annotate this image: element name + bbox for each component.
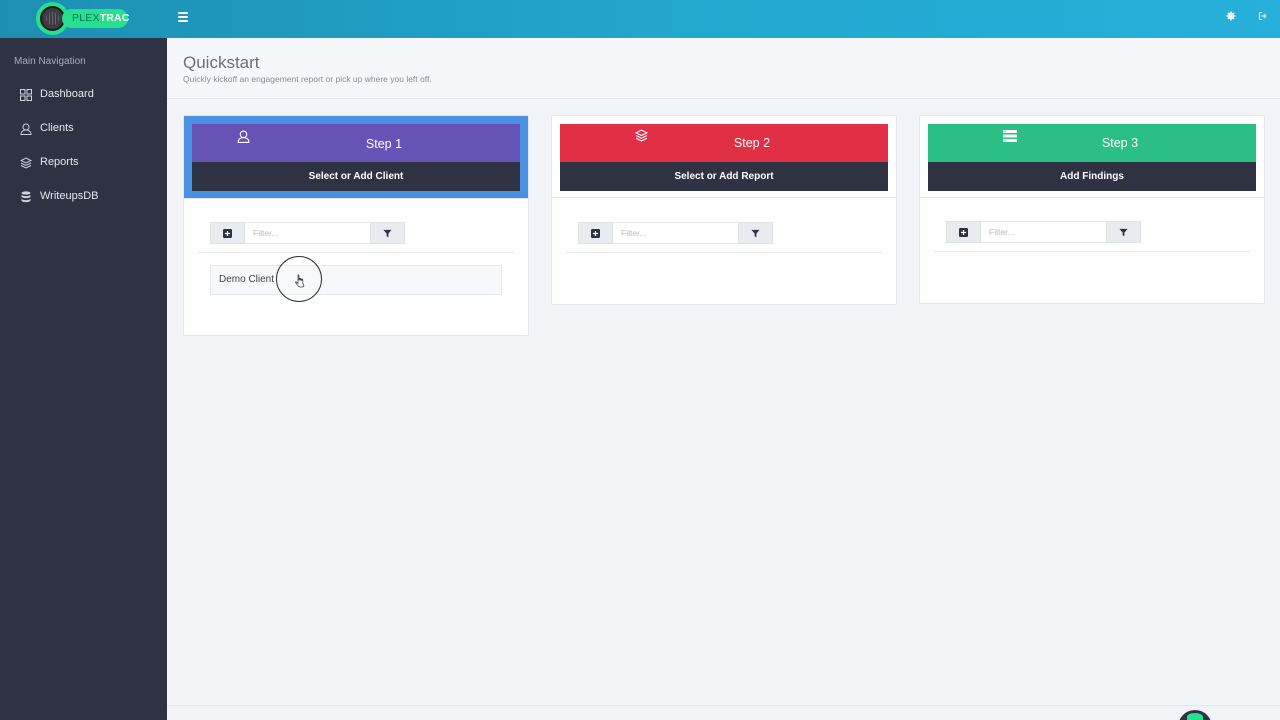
main-content: Quickstart Quickly kickoff an engagement… (167, 38, 1280, 720)
sidebar-item-writeupsdb[interactable]: WriteupsDB (20, 187, 98, 205)
step-1-action: Select or Add Client (192, 162, 520, 191)
add-client-button[interactable] (210, 222, 245, 244)
nav-heading: Main Navigation (14, 56, 86, 67)
filter-funnel-icon (383, 229, 392, 237)
step-2-action: Select or Add Report (560, 162, 888, 191)
step-2-filter-row (578, 222, 773, 244)
step-3-header[interactable]: Step 3 Add Findings (920, 116, 1264, 198)
client-filter-button[interactable] (370, 222, 405, 244)
sidebar-item-reports[interactable]: Reports (19, 153, 79, 171)
report-filter-input[interactable] (613, 222, 738, 244)
filter-funnel-icon (751, 229, 760, 237)
page-title: Quickstart (183, 53, 260, 72)
step-3-action: Add Findings (928, 162, 1256, 191)
dashboard-grid-icon (20, 88, 32, 101)
step-1-card: Step 1 Select or Add Client Demo Client (183, 115, 529, 336)
gear-icon[interactable] (1224, 10, 1238, 24)
findings-filter-button[interactable] (1106, 221, 1141, 243)
step-3-filter-row (946, 221, 1141, 243)
divider (198, 252, 514, 253)
page-header: Quickstart Quickly kickoff an engagement… (167, 38, 1280, 99)
step-1-filter-row (210, 222, 405, 244)
hamburger-menu-icon[interactable] (178, 12, 188, 22)
layers-icon (19, 156, 33, 169)
plus-square-icon (591, 228, 600, 238)
footer-divider (167, 705, 1280, 706)
plus-square-icon (223, 228, 232, 238)
step-3-card: Step 3 Add Findings (919, 115, 1265, 304)
plus-square-icon (959, 227, 968, 237)
findings-filter-input[interactable] (981, 221, 1106, 243)
logout-icon[interactable] (1256, 10, 1270, 24)
step-3-label: Step 3 (1101, 136, 1139, 150)
add-finding-button[interactable] (946, 221, 981, 243)
sidebar-item-dashboard[interactable]: Dashboard (20, 85, 94, 103)
step-3-bar: Step 3 (928, 124, 1256, 162)
logo-wordmark: PLEXTRAC (62, 9, 129, 28)
client-list-item[interactable]: Demo Client (210, 265, 502, 295)
add-report-button[interactable] (578, 222, 613, 244)
filter-funnel-icon (1119, 228, 1128, 236)
database-icon (20, 190, 32, 203)
top-bar: PLEXTRAC (0, 0, 1280, 38)
sidebar-item-label: WriteupsDB (40, 190, 99, 202)
divider (566, 252, 882, 253)
client-filter-input[interactable] (245, 222, 370, 244)
plextrac-logo[interactable]: PLEXTRAC (36, 2, 130, 35)
report-filter-button[interactable] (738, 222, 773, 244)
sidebar-item-label: Dashboard (40, 88, 94, 100)
hand-pointer-icon (294, 274, 308, 290)
page-subtitle: Quickly kickoff an engagement report or … (183, 74, 432, 84)
divider (934, 251, 1250, 252)
sidebar-item-label: Reports (40, 156, 79, 168)
